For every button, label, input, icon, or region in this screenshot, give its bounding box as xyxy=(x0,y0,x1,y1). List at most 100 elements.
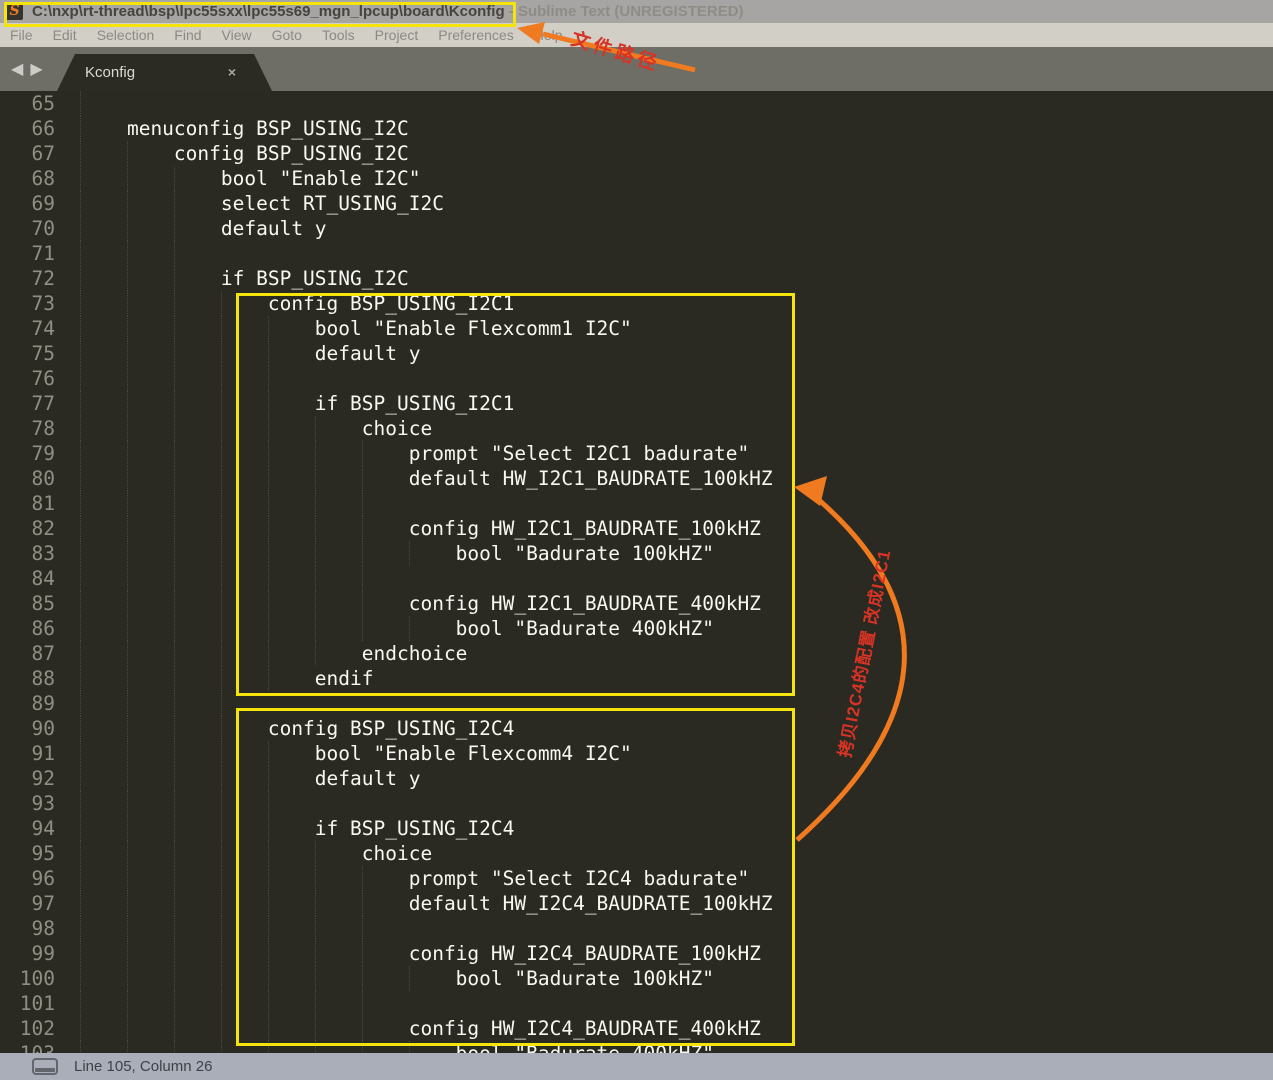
line-number[interactable]: 82 xyxy=(0,516,55,541)
line-number[interactable]: 96 xyxy=(0,866,55,891)
code-text[interactable]: if BSP_USING_I2C1 xyxy=(80,391,514,416)
code-line[interactable]: 66 menuconfig BSP_USING_I2C xyxy=(0,116,1273,141)
code-line[interactable]: 99 config HW_I2C4_BAUDRATE_100kHZ xyxy=(0,941,1273,966)
code-text[interactable]: default HW_I2C1_BAUDRATE_100kHZ xyxy=(80,466,773,491)
line-number[interactable]: 103 xyxy=(0,1041,55,1053)
nav-forward-icon[interactable]: ▶ xyxy=(30,59,42,79)
line-number[interactable]: 86 xyxy=(0,616,55,641)
menu-item-view[interactable]: View xyxy=(212,27,262,43)
line-number[interactable]: 70 xyxy=(0,216,55,241)
line-number[interactable]: 72 xyxy=(0,266,55,291)
code-editor[interactable]: 6566 menuconfig BSP_USING_I2C67 config B… xyxy=(0,91,1273,1053)
code-line[interactable]: 73 config BSP_USING_I2C1 xyxy=(0,291,1273,316)
line-number[interactable]: 71 xyxy=(0,241,55,266)
code-text[interactable]: bool "Enable I2C" xyxy=(80,166,420,191)
code-text[interactable]: bool "Badurate 400kHZ" xyxy=(80,1041,714,1053)
line-number[interactable]: 78 xyxy=(0,416,55,441)
code-line[interactable]: 102 config HW_I2C4_BAUDRATE_400kHZ xyxy=(0,1016,1273,1041)
line-number[interactable]: 90 xyxy=(0,716,55,741)
line-number[interactable]: 76 xyxy=(0,366,55,391)
code-line[interactable]: 96 prompt "Select I2C4 badurate" xyxy=(0,866,1273,891)
code-text[interactable]: config BSP_USING_I2C1 xyxy=(80,291,514,316)
code-line[interactable]: 77 if BSP_USING_I2C1 xyxy=(0,391,1273,416)
line-number[interactable]: 101 xyxy=(0,991,55,1016)
line-number[interactable]: 84 xyxy=(0,566,55,591)
tab-kconfig[interactable]: Kconfig × xyxy=(57,54,272,91)
code-text[interactable]: config HW_I2C4_BAUDRATE_400kHZ xyxy=(80,1016,761,1041)
line-number[interactable]: 65 xyxy=(0,91,55,116)
code-text[interactable]: config BSP_USING_I2C4 xyxy=(80,716,514,741)
code-line[interactable]: 93 xyxy=(0,791,1273,816)
line-number[interactable]: 95 xyxy=(0,841,55,866)
code-text[interactable]: config HW_I2C4_BAUDRATE_100kHZ xyxy=(80,941,761,966)
code-text[interactable]: if BSP_USING_I2C xyxy=(80,266,409,291)
code-line[interactable]: 71 xyxy=(0,241,1273,266)
code-line[interactable]: 86 bool "Badurate 400kHZ" xyxy=(0,616,1273,641)
line-number[interactable]: 91 xyxy=(0,741,55,766)
code-line[interactable]: 101 xyxy=(0,991,1273,1016)
code-line[interactable]: 84 xyxy=(0,566,1273,591)
code-line[interactable]: 94 if BSP_USING_I2C4 xyxy=(0,816,1273,841)
code-text[interactable]: select RT_USING_I2C xyxy=(80,191,444,216)
code-line[interactable]: 92 default y xyxy=(0,766,1273,791)
code-text[interactable]: bool "Badurate 100kHZ" xyxy=(80,541,714,566)
line-number[interactable]: 93 xyxy=(0,791,55,816)
code-text[interactable]: config HW_I2C1_BAUDRATE_400kHZ xyxy=(80,591,761,616)
code-text[interactable]: endchoice xyxy=(80,641,467,666)
code-text[interactable]: default y xyxy=(80,766,420,791)
code-line[interactable]: 72 if BSP_USING_I2C xyxy=(0,266,1273,291)
code-line[interactable]: 90 config BSP_USING_I2C4 xyxy=(0,716,1273,741)
menu-item-file[interactable]: File xyxy=(0,27,43,43)
line-number[interactable]: 79 xyxy=(0,441,55,466)
code-text[interactable]: if BSP_USING_I2C4 xyxy=(80,816,514,841)
line-number[interactable]: 85 xyxy=(0,591,55,616)
code-text[interactable]: config BSP_USING_I2C xyxy=(80,141,409,166)
code-text[interactable]: bool "Enable Flexcomm4 I2C" xyxy=(80,741,632,766)
line-number[interactable]: 99 xyxy=(0,941,55,966)
line-number[interactable]: 74 xyxy=(0,316,55,341)
code-text[interactable]: prompt "Select I2C4 badurate" xyxy=(80,866,749,891)
line-number[interactable]: 77 xyxy=(0,391,55,416)
code-text[interactable]: choice xyxy=(80,416,432,441)
menu-item-selection[interactable]: Selection xyxy=(87,27,165,43)
line-number[interactable]: 81 xyxy=(0,491,55,516)
code-text[interactable]: default y xyxy=(80,341,420,366)
code-line[interactable]: 97 default HW_I2C4_BAUDRATE_100kHZ xyxy=(0,891,1273,916)
code-text[interactable]: prompt "Select I2C1 badurate" xyxy=(80,441,749,466)
code-line[interactable]: 70 default y xyxy=(0,216,1273,241)
code-line[interactable]: 78 choice xyxy=(0,416,1273,441)
code-text[interactable]: bool "Badurate 400kHZ" xyxy=(80,616,714,641)
code-text[interactable]: config HW_I2C1_BAUDRATE_100kHZ xyxy=(80,516,761,541)
code-line[interactable]: 82 config HW_I2C1_BAUDRATE_100kHZ xyxy=(0,516,1273,541)
line-number[interactable]: 94 xyxy=(0,816,55,841)
line-number[interactable]: 73 xyxy=(0,291,55,316)
code-line[interactable]: 69 select RT_USING_I2C xyxy=(0,191,1273,216)
line-number[interactable]: 66 xyxy=(0,116,55,141)
line-number[interactable]: 69 xyxy=(0,191,55,216)
line-number[interactable]: 68 xyxy=(0,166,55,191)
code-line[interactable]: 81 xyxy=(0,491,1273,516)
code-line[interactable]: 74 bool "Enable Flexcomm1 I2C" xyxy=(0,316,1273,341)
code-text[interactable]: default y xyxy=(80,216,327,241)
code-text[interactable]: bool "Enable Flexcomm1 I2C" xyxy=(80,316,632,341)
nav-back-icon[interactable]: ◀ xyxy=(11,59,23,79)
line-number[interactable]: 97 xyxy=(0,891,55,916)
code-line[interactable]: 65 xyxy=(0,91,1273,116)
menu-item-tools[interactable]: Tools xyxy=(312,27,365,43)
code-line[interactable]: 68 bool "Enable I2C" xyxy=(0,166,1273,191)
tab-close-icon[interactable]: × xyxy=(228,54,236,91)
menu-item-edit[interactable]: Edit xyxy=(43,27,87,43)
line-number[interactable]: 89 xyxy=(0,691,55,716)
code-text[interactable]: menuconfig BSP_USING_I2C xyxy=(80,116,409,141)
line-number[interactable]: 80 xyxy=(0,466,55,491)
code-text[interactable]: default HW_I2C4_BAUDRATE_100kHZ xyxy=(80,891,773,916)
code-line[interactable]: 103 bool "Badurate 400kHZ" xyxy=(0,1041,1273,1053)
line-number[interactable]: 100 xyxy=(0,966,55,991)
code-line[interactable]: 85 config HW_I2C1_BAUDRATE_400kHZ xyxy=(0,591,1273,616)
code-text[interactable]: choice xyxy=(80,841,432,866)
line-number[interactable]: 87 xyxy=(0,641,55,666)
line-number[interactable]: 83 xyxy=(0,541,55,566)
code-line[interactable]: 67 config BSP_USING_I2C xyxy=(0,141,1273,166)
menu-item-find[interactable]: Find xyxy=(164,27,211,43)
code-line[interactable]: 76 xyxy=(0,366,1273,391)
